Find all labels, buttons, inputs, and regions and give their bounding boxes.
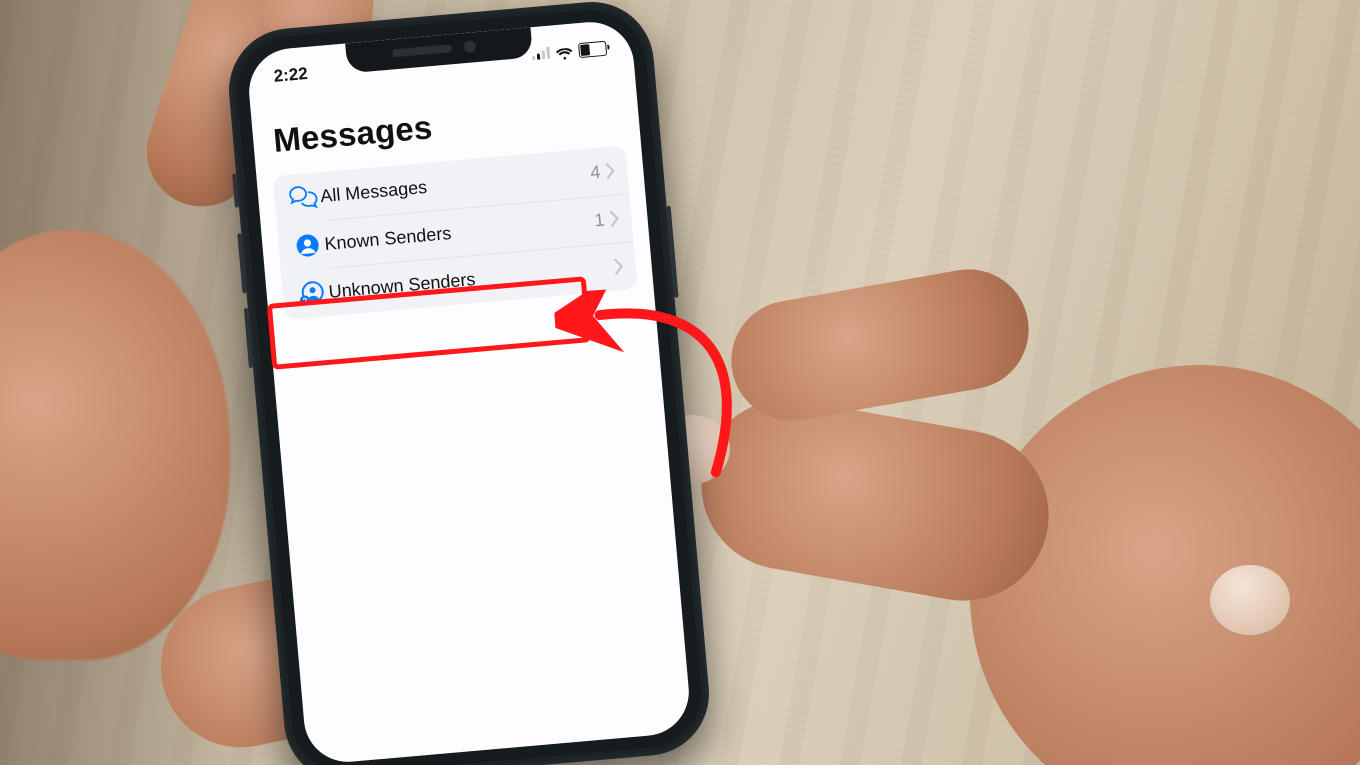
wifi-icon <box>555 45 573 58</box>
cellular-signal-icon <box>531 47 550 61</box>
chevron-right-icon <box>606 162 616 179</box>
chevron-right-icon <box>614 258 624 275</box>
person-question-icon: ? <box>294 279 330 308</box>
iphone-device: 2:22 Messages <box>224 0 714 765</box>
row-count: 1 <box>594 209 606 231</box>
scene-background: 2:22 Messages <box>0 0 1360 765</box>
row-label: Unknown Senders <box>328 257 610 302</box>
battery-icon <box>578 40 607 57</box>
status-right <box>531 40 607 61</box>
screen-content: Messages All Messages 4 <box>251 82 653 321</box>
fingernail <box>1210 565 1290 635</box>
svg-text:?: ? <box>302 296 308 305</box>
phone-screen: 2:22 Messages <box>246 19 693 765</box>
person-circle-icon <box>290 232 326 259</box>
row-count: 4 <box>589 161 601 183</box>
status-time: 2:22 <box>273 64 309 87</box>
filter-list: All Messages 4 <box>272 145 637 319</box>
chat-bubbles-icon <box>285 183 321 212</box>
chevron-right-icon <box>610 210 620 227</box>
